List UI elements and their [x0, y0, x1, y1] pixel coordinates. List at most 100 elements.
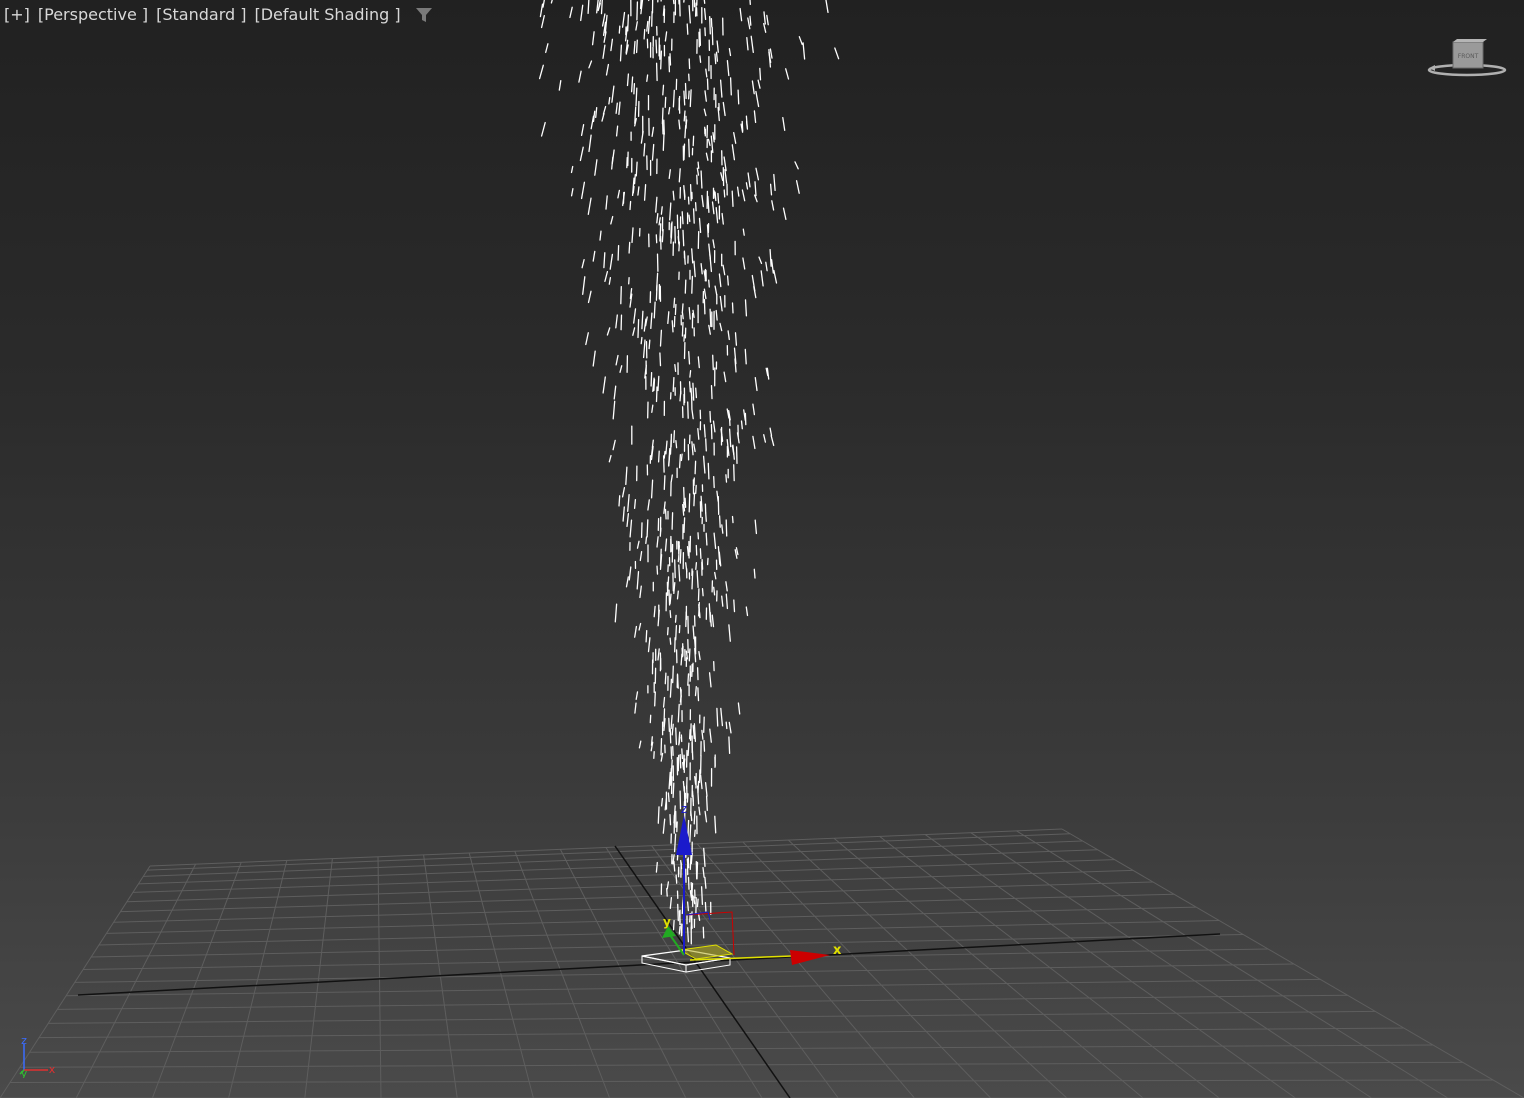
particle: [668, 56, 671, 73]
particle: [635, 21, 638, 31]
viewport-shading-menu[interactable]: [Default Shading ]: [254, 5, 400, 24]
particle: [709, 410, 712, 423]
particle: [639, 551, 643, 562]
particle: [697, 427, 700, 440]
particle: [710, 384, 713, 400]
particle: [708, 279, 710, 288]
particle: [697, 687, 700, 702]
viewport-display-mode-menu[interactable]: [Standard ]: [156, 5, 246, 24]
particle: [757, 79, 761, 89]
particle: [691, 275, 694, 294]
particle: [686, 901, 690, 912]
particle: [646, 74, 649, 82]
particle: [742, 257, 746, 270]
particle: [719, 295, 723, 312]
viewport-plus-menu[interactable]: [+]: [4, 5, 30, 24]
particle: [718, 515, 721, 528]
particle: [683, 110, 686, 122]
particle: [675, 874, 678, 884]
particle: [771, 200, 775, 211]
grid-line: [39, 1027, 1404, 1039]
particle: [692, 208, 695, 224]
viewcube-top-face[interactable]: [1453, 39, 1487, 42]
particle: [755, 90, 760, 108]
particle: [713, 475, 715, 489]
particle: [660, 737, 663, 756]
viewcube[interactable]: FRONT: [1426, 36, 1508, 80]
perspective-viewport[interactable]: z x y [+] [Perspective ] [Standard ] [De…: [0, 0, 1524, 1098]
particle: [636, 570, 640, 590]
particle: [745, 606, 749, 617]
particle: [666, 627, 669, 636]
particle: [731, 515, 734, 524]
particle: [650, 736, 653, 746]
particle: [703, 298, 706, 315]
particle: [592, 350, 596, 367]
particle: [615, 354, 619, 366]
particle: [678, 926, 681, 935]
particle: [642, 339, 646, 359]
filter-icon[interactable]: [415, 6, 433, 24]
grid-line: [57, 994, 1348, 1010]
particle: [658, 217, 661, 226]
viewport-scene[interactable]: z x y: [0, 0, 1524, 1098]
particle: [722, 101, 726, 117]
grid-line: [91, 934, 1244, 958]
particle: [686, 858, 689, 867]
particle: [646, 20, 649, 32]
particle: [677, 703, 680, 723]
particle: [729, 77, 732, 96]
particle: [770, 435, 775, 447]
particle: [753, 568, 756, 579]
particle: [698, 601, 700, 617]
particle: [728, 413, 731, 427]
particle: [671, 512, 674, 530]
particle: [745, 120, 749, 130]
particle: [590, 115, 595, 130]
particle: [602, 44, 606, 59]
particle: [645, 536, 648, 545]
particle: [569, 6, 573, 19]
particle: [744, 299, 748, 317]
particle: [713, 532, 717, 550]
particle: [698, 650, 701, 661]
particle: [701, 588, 704, 597]
particle: [688, 381, 691, 393]
particle: [785, 68, 790, 80]
particle: [751, 80, 755, 95]
particle: [588, 134, 592, 153]
particle: [691, 441, 694, 456]
gizmo-y-label: y: [663, 915, 671, 929]
particle: [663, 475, 666, 491]
particle: [696, 898, 699, 908]
particle: [592, 110, 596, 123]
particle: [587, 290, 592, 304]
particle: [677, 903, 679, 922]
particle: [655, 62, 658, 82]
particle: [720, 172, 724, 182]
particle: [760, 270, 764, 287]
particle: [728, 721, 732, 734]
particle: [672, 377, 675, 392]
particle: [740, 420, 743, 430]
particle: [672, 89, 675, 108]
particle: [691, 248, 694, 264]
gizmo-x-arrow[interactable]: [790, 950, 830, 965]
particle: [663, 450, 666, 459]
particle: [669, 439, 672, 455]
particle: [707, 462, 710, 480]
particle: [695, 562, 698, 570]
particle: [721, 595, 724, 607]
particle: [733, 464, 735, 482]
particle: [617, 244, 620, 261]
particle: [688, 351, 691, 365]
particle: [606, 327, 611, 336]
particle: [662, 84, 665, 96]
particle: [664, 508, 667, 520]
particle: [703, 424, 706, 438]
particle: [542, 0, 545, 8]
particle: [798, 36, 803, 46]
viewport-view-menu[interactable]: [Perspective ]: [38, 5, 148, 24]
particle: [696, 861, 699, 880]
particle: [705, 795, 708, 812]
